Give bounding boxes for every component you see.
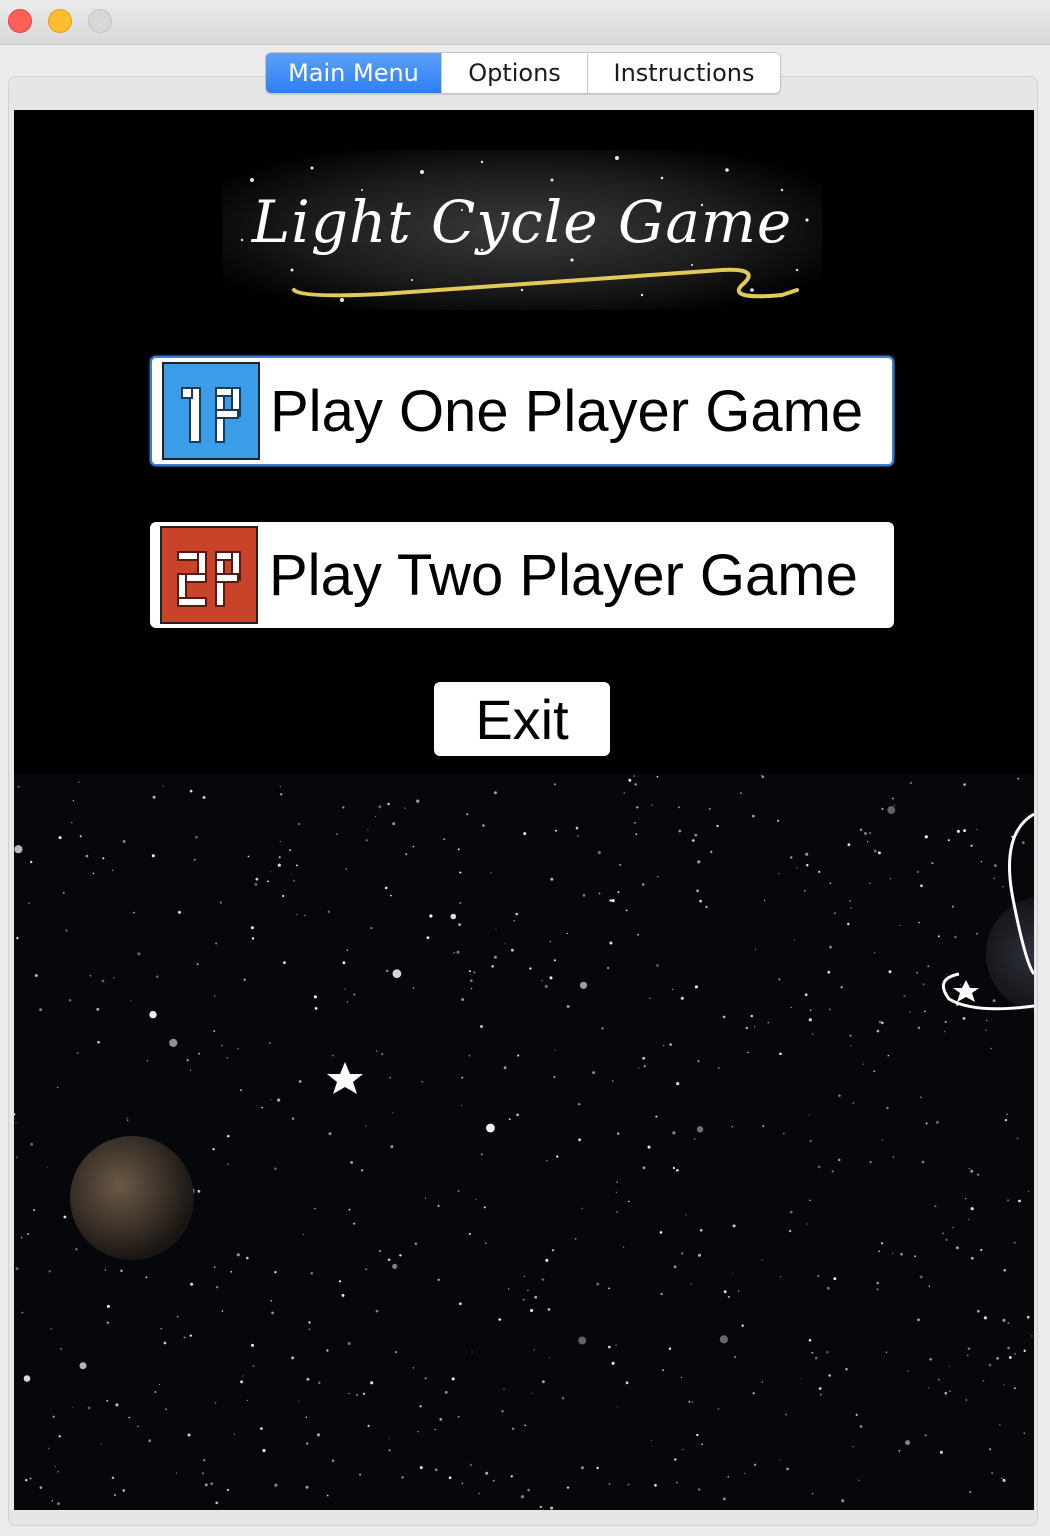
play-two-player-button[interactable]: Play Two Player Game bbox=[150, 522, 894, 628]
menu-area: Light Cycle Game Play One Player Game Pl… bbox=[14, 110, 1034, 774]
tab-options[interactable]: Options bbox=[442, 53, 588, 93]
two-player-label: Play Two Player Game bbox=[269, 542, 858, 608]
game-logo: Light Cycle Game bbox=[222, 150, 822, 310]
two-player-badge-icon bbox=[160, 526, 258, 624]
main-menu-panel: Light Cycle Game Play One Player Game Pl… bbox=[14, 110, 1034, 1510]
play-one-player-button[interactable]: Play One Player Game bbox=[150, 356, 894, 466]
zoom-window-button[interactable] bbox=[88, 9, 112, 33]
title-bar bbox=[0, 0, 1050, 45]
one-player-label: Play One Player Game bbox=[270, 378, 864, 444]
tab-instructions[interactable]: Instructions bbox=[588, 53, 780, 93]
exit-button[interactable]: Exit bbox=[434, 682, 610, 756]
app-window: Main Menu Options Instructions Light Cyc… bbox=[0, 0, 1050, 1536]
tab-main-menu[interactable]: Main Menu bbox=[266, 53, 442, 93]
minimize-window-button[interactable] bbox=[48, 9, 72, 33]
starfield-background bbox=[14, 774, 1034, 1510]
planet-icon bbox=[70, 1136, 194, 1260]
tab-bar: Main Menu Options Instructions bbox=[265, 52, 781, 94]
logo-text: Light Cycle Game bbox=[251, 188, 792, 256]
one-player-badge-icon bbox=[162, 362, 260, 460]
close-window-button[interactable] bbox=[8, 9, 32, 33]
